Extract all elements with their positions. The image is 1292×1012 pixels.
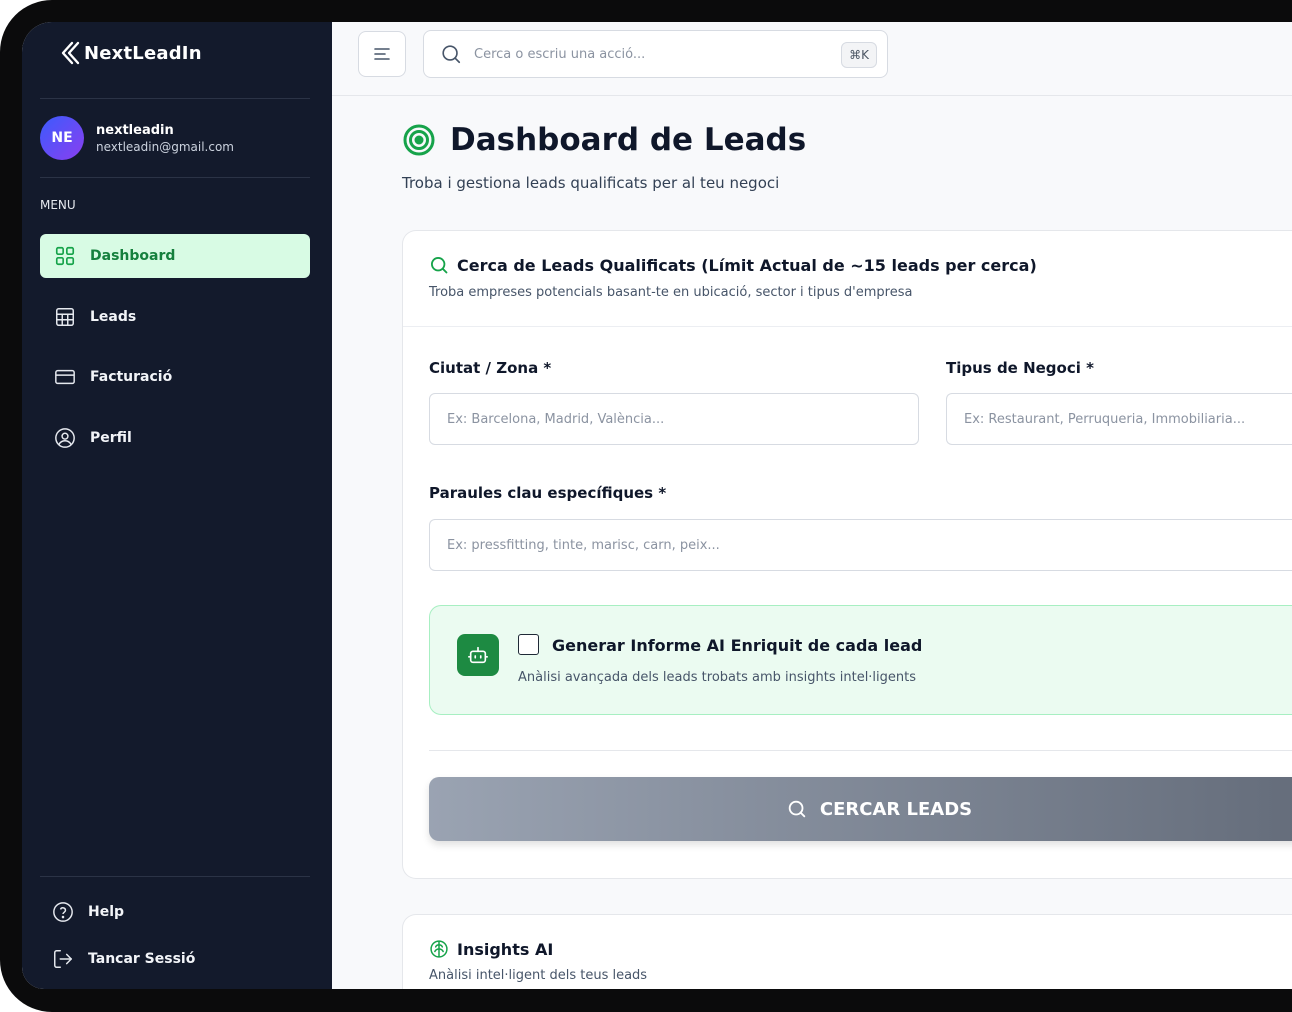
business-type-input[interactable]: Ex: Restaurant, Perruqueria, Immobiliari… bbox=[946, 393, 1292, 445]
logout-icon bbox=[54, 950, 72, 968]
ai-report-checkbox[interactable] bbox=[518, 634, 539, 655]
sidebar-item-label: Leads bbox=[90, 308, 137, 325]
app-name: NextLeadIn bbox=[84, 42, 202, 64]
user-circle-icon bbox=[55, 427, 75, 448]
shortcut-badge: ⌘K bbox=[841, 42, 877, 68]
logout-button[interactable]: Tancar Sessió bbox=[40, 939, 310, 979]
page-subtitle: Troba i gestiona leads qualificats per a… bbox=[402, 174, 780, 192]
card-header: Cerca de Leads Qualificats (Límit Actual… bbox=[403, 231, 1292, 327]
city-label: Ciutat / Zona * bbox=[429, 359, 552, 377]
user-profile[interactable]: NE nextleadin nextleadin@gmail.com bbox=[40, 116, 234, 160]
insights-card: Insights AI Anàlisi intel·ligent dels te… bbox=[402, 914, 1292, 989]
chevrons-left-icon bbox=[61, 41, 80, 65]
card-subtitle: Troba empreses potencials basant-te en u… bbox=[429, 285, 913, 300]
bot-icon bbox=[468, 646, 488, 664]
credit-card-icon bbox=[55, 369, 75, 385]
sidebar-item-label: Dashboard bbox=[90, 248, 176, 264]
topbar: Cerca o escriu una acció... ⌘K bbox=[332, 22, 1292, 96]
card-title: Cerca de Leads Qualificats (Límit Actual… bbox=[429, 255, 1292, 275]
business-type-placeholder: Ex: Restaurant, Perruqueria, Immobiliari… bbox=[964, 411, 1246, 427]
target-icon bbox=[403, 124, 435, 156]
sidebar-divider bbox=[40, 98, 310, 99]
card-title-text: Cerca de Leads Qualificats (Límit Actual… bbox=[457, 255, 1037, 275]
brain-icon bbox=[430, 940, 448, 958]
insights-title-text: Insights AI bbox=[457, 939, 554, 959]
sidebar: NextLeadIn NE nextleadin nextleadin@gmai… bbox=[22, 22, 332, 989]
search-leads-label: CERCAR LEADS bbox=[819, 798, 973, 820]
city-input[interactable]: Ex: Barcelona, Madrid, València... bbox=[429, 393, 919, 445]
insights-subtitle: Anàlisi intel·ligent dels teus leads bbox=[429, 968, 648, 983]
page-title: Dashboard de Leads bbox=[402, 122, 806, 158]
ai-report-title: Generar Informe AI Enriquit de cada lead bbox=[552, 636, 923, 655]
lead-search-card: Cerca de Leads Qualificats (Límit Actual… bbox=[402, 230, 1292, 879]
ai-report-subtitle: Anàlisi avançada dels leads trobats amb … bbox=[518, 670, 917, 685]
app-logo[interactable]: NextLeadIn bbox=[60, 40, 202, 66]
help-label: Help bbox=[88, 904, 125, 920]
ai-badge bbox=[457, 634, 499, 676]
keywords-label: Paraules clau específiques * bbox=[429, 484, 667, 502]
search-leads-button[interactable]: CERCAR LEADS bbox=[429, 777, 1292, 841]
ai-report-option: Generar Informe AI Enriquit de cada lead… bbox=[429, 605, 1292, 715]
user-name: nextleadin bbox=[96, 122, 174, 138]
menu-label: MENU bbox=[40, 198, 76, 212]
logout-label: Tancar Sessió bbox=[88, 951, 196, 967]
help-circle-icon bbox=[53, 902, 73, 922]
search-placeholder: Cerca o escriu una acció... bbox=[474, 46, 646, 62]
dashboard-grid-icon bbox=[55, 246, 75, 266]
main-content: Cerca o escriu una acció... ⌘K Dashboard… bbox=[332, 22, 1292, 989]
search-icon bbox=[442, 45, 461, 64]
business-type-label: Tipus de Negoci * bbox=[946, 359, 1094, 377]
user-email: nextleadin@gmail.com bbox=[96, 139, 234, 154]
avatar: NE bbox=[40, 116, 84, 160]
insights-title: Insights AI bbox=[429, 939, 1292, 959]
card-divider bbox=[429, 750, 1292, 751]
table-icon bbox=[56, 307, 74, 326]
sidebar-nav: Dashboard Leads Facturació Perfil bbox=[40, 234, 310, 476]
menu-icon bbox=[374, 48, 390, 60]
sidebar-item-facturacio[interactable]: Facturació bbox=[40, 355, 310, 399]
sidebar-item-perfil[interactable]: Perfil bbox=[40, 416, 310, 460]
keywords-input[interactable]: Ex: pressfitting, tinte, marisc, carn, p… bbox=[429, 519, 1292, 571]
sidebar-item-leads[interactable]: Leads bbox=[40, 295, 310, 339]
sidebar-item-dashboard[interactable]: Dashboard bbox=[40, 234, 310, 278]
sidebar-divider bbox=[40, 876, 310, 877]
search-icon bbox=[788, 800, 806, 818]
sidebar-item-label: Facturació bbox=[90, 369, 173, 385]
help-link[interactable]: Help bbox=[40, 892, 310, 932]
toggle-sidebar-button[interactable] bbox=[358, 31, 406, 77]
app-window: NextLeadIn NE nextleadin nextleadin@gmai… bbox=[22, 22, 1292, 989]
search-icon bbox=[431, 257, 448, 274]
command-search[interactable]: Cerca o escriu una acció... ⌘K bbox=[423, 30, 888, 78]
city-placeholder: Ex: Barcelona, Madrid, València... bbox=[447, 411, 665, 427]
page-heading: Dashboard de Leads bbox=[450, 122, 807, 158]
keywords-placeholder: Ex: pressfitting, tinte, marisc, carn, p… bbox=[447, 537, 720, 553]
sidebar-footer: Help Tancar Sessió bbox=[40, 892, 310, 986]
sidebar-divider bbox=[40, 177, 310, 178]
sidebar-item-label: Perfil bbox=[90, 429, 132, 446]
